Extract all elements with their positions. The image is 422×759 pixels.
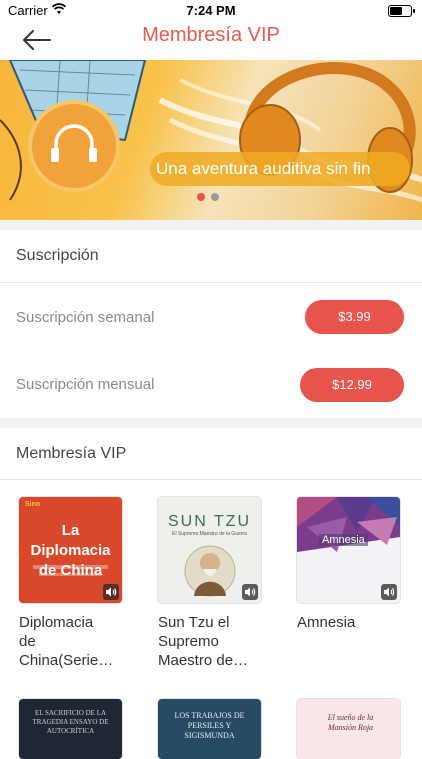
book-card[interactable]: Sino La Diplomacia de China Diplomacia d… bbox=[19, 497, 122, 670]
divider-line bbox=[0, 282, 422, 283]
monthly-price-button[interactable]: $12.99 bbox=[300, 368, 404, 402]
book-title: Sun Tzu el Supremo Maestro de… bbox=[158, 613, 261, 670]
cover-title: El sueño de la Mansión Roja bbox=[327, 713, 374, 732]
cover-pattern bbox=[297, 497, 400, 552]
cover-title: LOS TRABAJOS DE PERSILES Y SIGISMUNDA bbox=[174, 711, 245, 740]
weekly-price-button[interactable]: $3.99 bbox=[305, 300, 404, 334]
book-cover: EL SACRIFICIO DE LA TRAGEDIA ENSAYO DE A… bbox=[19, 699, 122, 759]
battery-icon bbox=[388, 5, 415, 17]
banner-caption: Una aventura auditiva sin fin bbox=[150, 152, 410, 186]
vip-heading: Membresía VIP bbox=[16, 445, 127, 462]
book-card[interactable]: SUN TZU El Supremo Maestro de la Guerra … bbox=[158, 497, 261, 670]
weekly-subscription-label: Suscripción semanal bbox=[16, 309, 155, 326]
book-cover: Amnesia bbox=[297, 497, 400, 603]
cover-title: SUN TZU bbox=[167, 513, 252, 530]
book-title-line: Amnesia bbox=[297, 614, 356, 631]
cover-portrait bbox=[184, 545, 236, 597]
book-title: Amnesia bbox=[297, 613, 400, 632]
page-title: Membresía VIP bbox=[142, 24, 280, 46]
book-title: Diplomacia de China(Serie… bbox=[19, 613, 122, 670]
book-card[interactable]: EL SACRIFICIO DE LA TRAGEDIA ENSAYO DE A… bbox=[19, 699, 122, 759]
nav-bar: Membresía VIP bbox=[0, 22, 422, 60]
book-cover: LOS TRABAJOS DE PERSILES Y SIGISMUNDA bbox=[158, 699, 261, 759]
book-title-line: Maestro de… bbox=[158, 652, 249, 669]
audio-icon bbox=[103, 584, 119, 600]
monthly-subscription-label: Suscripción mensual bbox=[16, 376, 155, 393]
audio-icon bbox=[242, 584, 258, 600]
cover-title: La Diplomacia de China bbox=[30, 522, 111, 579]
carousel-dot[interactable] bbox=[211, 193, 219, 201]
book-title-line: Diplomacia bbox=[19, 614, 94, 631]
section-divider bbox=[0, 220, 422, 230]
cover-title: Amnesia bbox=[319, 534, 368, 546]
book-card[interactable]: Amnesia Amnesia bbox=[297, 497, 400, 632]
audio-icon bbox=[381, 584, 397, 600]
cover-brand: Sino bbox=[25, 501, 41, 508]
book-title-line: China(Serie… bbox=[19, 652, 114, 669]
book-title-line: Sun Tzu el bbox=[158, 614, 230, 631]
cover-subtitle: El Supremo Maestro de la Guerra bbox=[172, 531, 247, 537]
clock: 7:24 PM bbox=[186, 3, 236, 18]
book-cover: El sueño de la Mansión Roja bbox=[297, 699, 400, 759]
book-title-line: de bbox=[19, 633, 36, 650]
book-cover: Sino La Diplomacia de China bbox=[19, 497, 122, 603]
section-divider bbox=[0, 418, 422, 428]
carousel-dot-active[interactable] bbox=[197, 193, 205, 201]
subscription-heading: Suscripción bbox=[16, 247, 99, 264]
status-bar: Carrier 7:24 PM bbox=[0, 0, 422, 22]
book-card[interactable]: LOS TRABAJOS DE PERSILES Y SIGISMUNDA bbox=[158, 699, 261, 759]
book-title-line: Supremo bbox=[158, 633, 219, 650]
book-cover: SUN TZU El Supremo Maestro de la Guerra bbox=[158, 497, 261, 603]
book-card[interactable]: El sueño de la Mansión Roja bbox=[297, 699, 400, 759]
cover-title: EL SACRIFICIO DE LA TRAGEDIA ENSAYO DE A… bbox=[32, 709, 109, 735]
divider-line bbox=[0, 479, 422, 480]
